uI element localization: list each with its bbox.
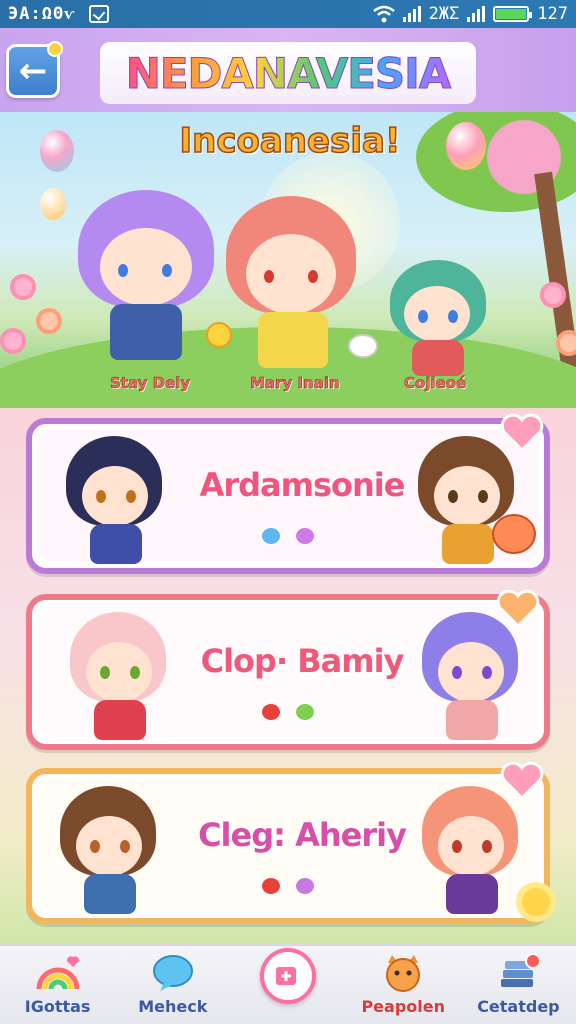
card-title: Ardamsonie [199, 466, 406, 504]
card-title: Clop· Bamiy [200, 642, 405, 680]
flower-icon [0, 328, 26, 354]
battery-text: 127 [537, 4, 568, 24]
character-illustration [222, 196, 362, 376]
heart-icon [296, 878, 314, 894]
character-card[interactable]: Cleg: Aheriy [26, 768, 550, 924]
balloon-icon [446, 122, 486, 170]
card-character-right [422, 786, 522, 916]
heart-icon [262, 528, 280, 544]
card-title: Cleg: Aheriy [198, 816, 407, 854]
nav-item-igottas[interactable]: IGottas [0, 946, 115, 1024]
heart-icon [296, 528, 314, 544]
card-character-left [60, 786, 160, 916]
card-character-left [66, 436, 166, 566]
signal-icon [402, 6, 421, 22]
back-arrow-icon: ← [18, 51, 48, 91]
character-card[interactable]: Ardamsonie [26, 418, 550, 574]
signal-text: 2ЖΣ [428, 4, 460, 24]
app-title-text: NEDANAVESIA [125, 48, 452, 98]
heart-badge-icon [500, 412, 544, 453]
wifi-icon [372, 5, 395, 23]
nav-label: Peapolen [361, 997, 445, 1016]
nav-item-peapolen[interactable]: Peapolen [346, 946, 461, 1024]
nav-label: Cetatdep [477, 997, 560, 1016]
balloon-icon [40, 130, 74, 172]
books-icon [501, 953, 542, 987]
heart-badge-icon [496, 588, 540, 629]
character-cards: Ardamsonie Clop· Bamiy Cleg: Aheriy [0, 408, 576, 944]
nav-label: IGottas [24, 997, 91, 1016]
character-name[interactable]: Stay Deiy [110, 374, 191, 393]
card-indicators [262, 528, 314, 544]
pet-icon [492, 514, 536, 554]
rainbow-icon [36, 956, 80, 990]
flower-icon [540, 282, 566, 308]
card-character-right [422, 612, 522, 742]
flower-icon [516, 882, 556, 922]
add-image-icon [276, 967, 296, 985]
chat-bubble-icon [152, 955, 193, 991]
app-header: ← NEDANAVESIA [0, 28, 576, 112]
card-indicators [262, 704, 314, 720]
heart-icon [262, 878, 280, 894]
notification-app-icon [89, 5, 110, 23]
flower-icon [10, 274, 36, 300]
nav-item-cetatdep[interactable]: Cetatdep [461, 946, 576, 1024]
hero-subtitle: Incoanesia! [179, 120, 401, 162]
nav-item-meheck[interactable]: Meheck [115, 946, 230, 1024]
card-character-left [70, 612, 170, 742]
card-indicators [262, 878, 314, 894]
nav-item-add[interactable] [230, 946, 345, 1024]
balloon-icon [40, 188, 66, 220]
character-card[interactable]: Clop· Bamiy [26, 594, 550, 750]
character-illustration [72, 184, 222, 374]
app-title: NEDANAVESIA [100, 42, 476, 104]
pet-icon [348, 334, 378, 358]
heart-badge-icon [500, 760, 544, 801]
flower-icon [36, 308, 62, 334]
flower-icon [556, 330, 576, 356]
signal-icon-2 [467, 6, 486, 22]
battery-icon [493, 6, 533, 22]
back-button[interactable]: ← [6, 41, 63, 98]
heart-icon [262, 704, 280, 720]
bottom-navigation: IGottas Meheck Peapolen Cetatdep [0, 944, 576, 1024]
heart-icon [296, 704, 314, 720]
character-illustration [388, 260, 488, 376]
status-bar: ЭА:ΩΘѵ 2ЖΣ 127 [0, 0, 576, 28]
hero-banner: Incoanesia! Stay Deiy Mary Inain Cojieoé [0, 112, 576, 408]
character-name[interactable]: Mary Inain [250, 374, 340, 393]
cat-face-icon [386, 955, 421, 992]
add-image-button[interactable] [260, 948, 316, 1004]
smiley-icon [206, 322, 232, 348]
character-name[interactable]: Cojieoé [404, 374, 467, 393]
nav-label: Meheck [138, 997, 208, 1016]
status-time: ЭА:ΩΘѵ [8, 4, 76, 24]
sparkle-icon [47, 41, 63, 57]
